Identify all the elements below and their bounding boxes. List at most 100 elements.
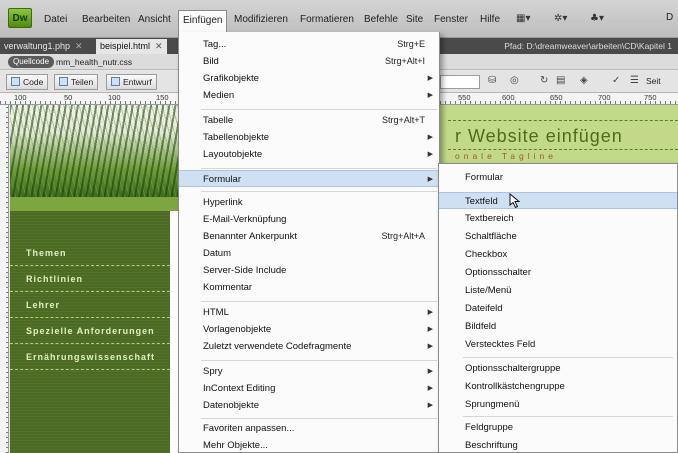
nav-spezielle-anforderungen[interactable]: Spezielle Anforderungen [10,319,170,344]
ruler-label: 100 [108,93,121,102]
submenu-item-feldgruppe[interactable]: Feldgruppe [439,419,677,436]
menu-item-medien[interactable]: Medien ▶ [179,87,439,104]
workspace-switcher[interactable]: D [666,12,678,23]
submenu-item-dateifeld[interactable]: Dateifeld [439,300,677,317]
menu-item-hyperlink[interactable]: Hyperlink [179,194,439,211]
menu-item-kommentar[interactable]: Kommentar [179,279,439,296]
submenu-item-schaltflaeche[interactable]: Schaltfläche [439,228,677,245]
menu-item-formular[interactable]: Formular ▶ [179,170,439,187]
file-path: Pfad: D:\dreamweaver\arbeiten\CD\Kapitel… [504,41,672,51]
menu-separator [463,416,673,417]
tab-beispiel[interactable]: beispiel.html ✕ [96,39,167,54]
menu-item-grafikobjekte[interactable]: Grafikobjekte ▶ [179,70,439,87]
ruler-label: 150 [156,93,169,102]
menu-hilfe[interactable]: Hilfe [476,12,504,28]
design-view-button[interactable]: Entwurf [106,74,157,90]
shortcut: Strg+E [397,39,425,49]
menu-item-recent-snippets[interactable]: Zuletzt verwendete Codefragmente ▶ [179,338,439,355]
menu-item-layoutobjekte[interactable]: Layoutobjekte ▶ [179,146,439,163]
check-browser-icon[interactable]: ☰ [630,75,639,86]
menu-bearbeiten[interactable]: Bearbeiten [78,12,134,28]
menu-item-spry[interactable]: Spry ▶ [179,363,439,380]
code-view-button[interactable]: Code [6,74,49,90]
submenu-item-textfeld[interactable]: Textfeld [439,192,677,209]
menu-formatieren[interactable]: Formatieren [296,12,358,28]
menu-item-ssi[interactable]: Server-Side Include [179,262,439,279]
submenu-item-bildfeld[interactable]: Bildfeld [439,318,677,335]
menu-separator [201,109,437,110]
submenu-item-optionsschalter[interactable]: Optionsschalter [439,264,677,281]
visual-aids-icon[interactable]: ◈ [580,75,588,86]
split-view-icon [59,77,68,86]
site-icon[interactable]: ♣▾ [590,13,604,27]
menu-separator [201,418,437,419]
header-photo [10,105,180,197]
nav-lehrer[interactable]: Lehrer [10,293,170,318]
submenu-item-sprungmenue[interactable]: Sprungmenü [439,396,677,413]
preview-icon[interactable]: ◎ [510,75,519,86]
menu-item-tabellenobjekte[interactable]: Tabellenobjekte ▶ [179,129,439,146]
menu-einfuegen[interactable]: Einfügen [178,10,228,32]
close-icon[interactable]: ✕ [75,41,83,51]
close-icon[interactable]: ✕ [155,41,163,51]
menu-item-customize-favorites[interactable]: Favoriten anpassen... [179,420,439,437]
menu-item-more-objects[interactable]: Mehr Objekte... [179,437,439,453]
refresh-icon[interactable]: ↻ [540,75,548,86]
submenu-item-textbereich[interactable]: Textbereich [439,210,677,227]
nav-ernaehrungswissenschaft[interactable]: Ernährungswissenschaft [10,345,170,370]
menu-item-datenobjekte[interactable]: Datenobjekte ▶ [179,397,439,414]
ruler-label: 50 [64,93,73,102]
source-code-pill[interactable]: Quellcode [8,56,55,68]
site-title: r Website einfügen [455,126,623,146]
document-title-input[interactable] [440,75,480,89]
submenu-item-checkbox[interactable]: Checkbox [439,246,677,263]
menu-item-datum[interactable]: Datum [179,245,439,262]
menu-modifizieren[interactable]: Modifizieren [230,12,292,28]
gear-icon[interactable]: ✲▾ [554,13,567,27]
nav-richtlinien[interactable]: Richtlinien [10,267,170,292]
shortcut: Strg+Alt+A [381,231,425,241]
insert-menu: Tag... Strg+E Bild Strg+Alt+I Grafikobjekt… [178,32,440,453]
menu-item-named-anchor[interactable]: Benannter Ankerpunkt Strg+Alt+A [179,228,439,245]
menu-item-email-link[interactable]: E-Mail-Verknüpfung [179,211,439,228]
submenu-item-kontrollkaestchengruppe[interactable]: Kontrollkästchengruppe [439,378,677,395]
menu-separator [201,301,437,302]
menu-item-vorlagenobjekte[interactable]: Vorlagenobjekte ▶ [179,321,439,338]
submenu-item-liste-menue[interactable]: Liste/Menü [439,282,677,299]
chevron-right-icon: ▶ [427,151,433,158]
menu-item-html[interactable]: HTML ▶ [179,304,439,321]
layout-icon[interactable]: ▦▾ [516,13,530,27]
related-css-file[interactable]: mm_health_nutr.css [56,56,132,68]
ruler-label: 100 [14,93,27,102]
file-management-icon[interactable]: ⛁ [488,75,496,86]
menu-ansicht[interactable]: Ansicht [134,12,175,28]
page-title-label: Seit [646,76,661,86]
menu-item-tabelle[interactable]: Tabelle Strg+Alt+T [179,112,439,129]
menu-item-incontext-editing[interactable]: InContext Editing ▶ [179,380,439,397]
validate-icon[interactable]: ✓ [612,75,620,86]
submenu-item-verstecktes-feld[interactable]: Verstecktes Feld [439,336,677,353]
ruler-label: 700 [598,93,611,102]
menu-item-tag[interactable]: Tag... Strg+E [179,36,439,53]
submenu-item-beschriftung[interactable]: Beschriftung [439,437,677,453]
submenu-item-optionsschaltergruppe[interactable]: Optionsschaltergruppe [439,360,677,377]
tab-verwaltung1[interactable]: verwaltung1.php ✕ [0,39,87,54]
menu-separator [201,360,437,361]
dreamweaver-logo: Dw [8,8,32,28]
menu-fenster[interactable]: Fenster [430,12,472,28]
title-guide-top [448,120,678,121]
split-view-button[interactable]: Teilen [54,74,99,90]
menu-befehle[interactable]: Befehle [360,12,402,28]
menu-site[interactable]: Site [402,12,427,28]
chevron-right-icon: ▶ [427,343,433,350]
menu-item-bild[interactable]: Bild Strg+Alt+I [179,53,439,70]
ruler-label: 750 [644,93,657,102]
shortcut: Strg+Alt+T [381,115,425,125]
chevron-right-icon: ▶ [427,326,433,333]
menu-datei[interactable]: Datei [40,12,71,28]
submenu-item-formular[interactable]: Formular [439,169,677,186]
view-options-icon[interactable]: ▤ [556,75,565,86]
chevron-right-icon: ▶ [427,368,433,375]
nav-themen[interactable]: Themen [10,241,170,266]
ruler-label: 650 [550,93,563,102]
